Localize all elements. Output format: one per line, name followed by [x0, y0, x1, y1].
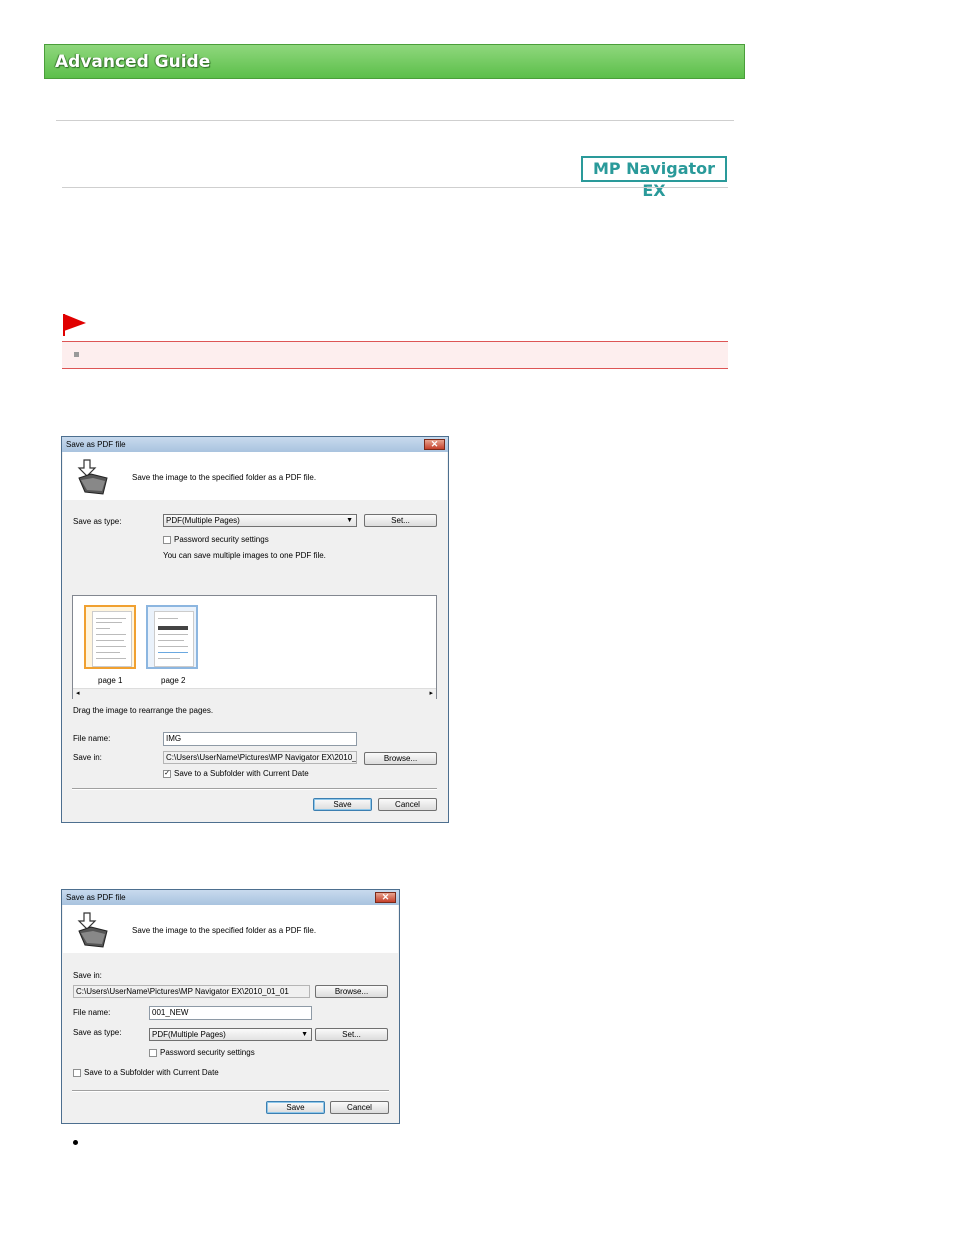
save-as-type-select[interactable]: PDF(Multiple Pages) ▼: [163, 514, 357, 527]
file-name-input[interactable]: 001_NEW: [149, 1006, 312, 1020]
close-button[interactable]: ✕: [424, 439, 445, 450]
password-checkbox[interactable]: [163, 536, 171, 544]
subfolder-checkbox[interactable]: [73, 1069, 81, 1077]
scroll-right-icon[interactable]: ▸: [429, 689, 433, 699]
scroll-left-icon[interactable]: ◂: [76, 689, 80, 699]
important-note-box: [62, 341, 728, 369]
password-label: Password security settings: [174, 535, 269, 544]
set-button[interactable]: Set...: [315, 1028, 388, 1041]
save-as-type-value: PDF(Multiple Pages): [152, 1030, 226, 1039]
save-button[interactable]: Save: [266, 1101, 325, 1114]
page-2-preview: [154, 611, 194, 667]
chevron-down-icon: ▼: [346, 517, 353, 524]
save-as-pdf-dialog-multi: Save as PDF file ✕ Save the image to the…: [61, 436, 449, 823]
button-separator: [72, 1090, 389, 1092]
password-label: Password security settings: [160, 1048, 255, 1057]
file-name-label: File name:: [73, 734, 111, 743]
save-as-type-label: Save as type:: [73, 1028, 122, 1037]
horizontal-scrollbar[interactable]: ◂ ▸: [73, 688, 436, 699]
password-checkbox[interactable]: [149, 1049, 157, 1057]
mp-navigator-logo: MP Navigator EX: [581, 156, 727, 200]
save-folder-icon: [77, 912, 108, 948]
dialog-description: Save the image to the specified folder a…: [132, 473, 317, 482]
list-bullet: [73, 1140, 78, 1145]
page-1-label: page 1: [98, 676, 123, 685]
page-1-preview: [92, 611, 132, 667]
save-as-pdf-dialog-single: Save as PDF file ✕ Save the image to the…: [61, 889, 400, 1124]
guide-title: Advanced Guide: [55, 52, 211, 72]
dialog-header: Save the image to the specified folder a…: [63, 905, 398, 953]
set-button[interactable]: Set...: [364, 514, 437, 527]
page-thumbnail-2[interactable]: [146, 605, 198, 669]
save-in-label: Save in:: [73, 971, 102, 980]
button-separator: [72, 788, 437, 790]
cancel-button[interactable]: Cancel: [330, 1101, 389, 1114]
browse-button[interactable]: Browse...: [364, 752, 437, 765]
save-in-path: C:\Users\UserName\Pictures\MP Navigator …: [163, 751, 357, 764]
page-thumbnail-1[interactable]: [84, 605, 136, 669]
subfolder-label: Save to a Subfolder with Current Date: [174, 769, 309, 778]
flag-icon: [63, 314, 86, 336]
file-name-label: File name:: [73, 1008, 111, 1017]
save-as-type-label: Save as type:: [73, 517, 122, 526]
browse-button[interactable]: Browse...: [315, 985, 388, 998]
close-button[interactable]: ✕: [375, 892, 396, 903]
info-text: You can save multiple images to one PDF …: [163, 551, 326, 560]
header-divider: [56, 120, 734, 121]
note-bullet: [74, 352, 79, 357]
dialog-description: Save the image to the specified folder a…: [132, 926, 317, 935]
save-button[interactable]: Save: [313, 798, 372, 811]
save-in-path: C:\Users\UserName\Pictures\MP Navigator …: [73, 985, 310, 998]
page-thumbnail-area[interactable]: page 1 page 2 ◂ ▸: [72, 595, 437, 699]
dialog-title: Save as PDF file: [62, 437, 448, 452]
dialog-title: Save as PDF file: [62, 890, 399, 905]
save-folder-icon: [77, 459, 108, 495]
subfolder-label: Save to a Subfolder with Current Date: [84, 1068, 219, 1077]
subfolder-checkbox[interactable]: ✓: [163, 770, 171, 778]
dialog-header: Save the image to the specified folder a…: [63, 452, 447, 500]
save-in-label: Save in:: [73, 753, 102, 762]
check-icon: ✓: [164, 770, 170, 777]
file-name-input[interactable]: IMG: [163, 732, 357, 746]
drag-hint: Drag the image to rearrange the pages.: [73, 706, 214, 715]
cancel-button[interactable]: Cancel: [378, 798, 437, 811]
title-divider: [62, 187, 728, 188]
page-2-label: page 2: [161, 676, 186, 685]
save-as-type-select[interactable]: PDF(Multiple Pages) ▼: [149, 1028, 312, 1041]
save-as-type-value: PDF(Multiple Pages): [166, 516, 240, 525]
chevron-down-icon: ▼: [301, 1031, 308, 1038]
